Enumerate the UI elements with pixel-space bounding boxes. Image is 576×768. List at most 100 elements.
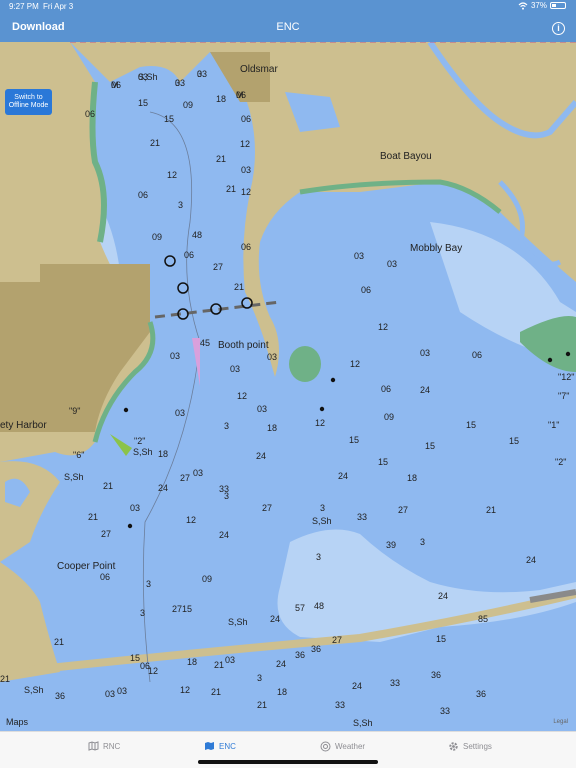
- depth-sounding: 48: [192, 230, 202, 240]
- channel-line: [142, 111, 201, 683]
- land-southwest: [0, 461, 60, 562]
- depth-sounding: 06: [241, 242, 251, 252]
- depth-sounding: 24: [270, 614, 280, 624]
- depth-sounding: 21: [88, 512, 98, 522]
- depth-sounding: 03: [354, 251, 364, 261]
- depth-sounding: 48: [314, 601, 324, 611]
- info-icon[interactable]: i: [552, 22, 565, 35]
- tab-label: ENC: [219, 741, 236, 751]
- depth-sounding: 15: [182, 604, 192, 614]
- depth-sounding: 06: [241, 114, 251, 124]
- place-label-booth-point: Booth point: [218, 340, 269, 351]
- depth-sounding: 85: [478, 614, 488, 624]
- depth-sounding: 18: [216, 94, 226, 104]
- depth-sounding: 15: [378, 457, 388, 467]
- depth-sounding: 15: [436, 634, 446, 644]
- depth-sounding: 03: [105, 689, 115, 699]
- depth-sounding: 03: [257, 404, 267, 414]
- status-bar: 9:27 PM Fri Apr 3 37%: [0, 0, 576, 14]
- depth-sounding: 21: [486, 505, 496, 515]
- status-time: 9:27 PM: [9, 2, 39, 11]
- tab-label: Weather: [335, 742, 366, 751]
- offline-mode-button[interactable]: Switch to Offline Mode: [5, 89, 52, 115]
- depth-sounding: 21: [214, 660, 224, 670]
- depth-sounding: 03: [230, 364, 240, 374]
- depth-sounding: 24: [338, 471, 348, 481]
- depth-sounding: 03: [241, 165, 251, 175]
- depth-sounding: 3: [175, 78, 180, 88]
- place-label-mobbly-bay: Mobbly Bay: [410, 243, 462, 254]
- depth-sounding: 3: [178, 200, 183, 210]
- depth-sounding: 24: [438, 591, 448, 601]
- depth-sounding: 27: [262, 503, 272, 513]
- depth-sounding: S,Sh: [24, 685, 44, 695]
- depth-sounding: 21: [0, 674, 10, 684]
- tab-settings[interactable]: Settings: [448, 741, 492, 752]
- depth-sounding: 12: [167, 170, 177, 180]
- marker-label: "2": [555, 457, 566, 467]
- depth-sounding: S,Sh: [228, 617, 248, 627]
- depth-sounding: 24: [526, 555, 536, 565]
- depth-sounding: 24: [420, 385, 430, 395]
- marker-label: "2": [134, 436, 145, 446]
- place-label-boat-bayou: Boat Bayou: [380, 151, 432, 162]
- nautical-chart: Oldsmar Boat Bayou Mobbly Bay Booth point et…: [0, 42, 576, 728]
- maps-brand: Maps: [6, 717, 28, 727]
- tab-rnc[interactable]: RNC: [88, 741, 120, 751]
- depth-sounding: 3: [140, 608, 145, 618]
- depth-sounding: M: [236, 90, 244, 100]
- depth-sounding: 03: [267, 352, 277, 362]
- depth-sounding: 36: [55, 691, 65, 701]
- rocks: [123, 351, 571, 529]
- depth-sounding: 3: [420, 537, 425, 547]
- gear-icon: [449, 742, 458, 751]
- depth-sounding: 18: [158, 449, 168, 459]
- depth-sounding: 12: [180, 685, 190, 695]
- depth-sounding: 33: [219, 484, 229, 494]
- battery-percent: 37%: [530, 1, 547, 10]
- depth-sounding: 3: [316, 552, 321, 562]
- depth-sounding: 03: [175, 408, 185, 418]
- depth-sounding: 27: [332, 635, 342, 645]
- depth-sounding: 06: [184, 250, 194, 260]
- map-outline-icon: [88, 741, 99, 751]
- depth-sounding: 06: [100, 572, 110, 582]
- place-label-safety-harbor: ety Harbor: [0, 420, 47, 431]
- depth-sounding: 18: [267, 423, 277, 433]
- depth-sounding: S,Sh: [138, 72, 158, 82]
- marker-label: "6": [73, 450, 84, 460]
- tab-label: Settings: [463, 742, 492, 751]
- tab-enc[interactable]: ENC: [204, 741, 236, 751]
- depth-sounding: S,Sh: [353, 718, 373, 728]
- depth-sounding: 3: [197, 69, 202, 79]
- depth-sounding: 27: [180, 473, 190, 483]
- island: [289, 346, 321, 382]
- depth-sounding: 12: [315, 418, 325, 428]
- depth-sounding: 21: [216, 154, 226, 164]
- light-sector: [192, 338, 200, 386]
- depth-sounding: 12: [237, 391, 247, 401]
- depth-sounding: 18: [407, 473, 417, 483]
- depth-sounding: S,Sh: [312, 516, 332, 526]
- depth-sounding: 36: [476, 689, 486, 699]
- legal-link[interactable]: Legal: [553, 719, 568, 725]
- depth-sounding: 03: [130, 503, 140, 513]
- depth-sounding: 27: [213, 262, 223, 272]
- depth-sounding: 09: [152, 232, 162, 242]
- depth-sounding: 57: [295, 603, 305, 613]
- depth-sounding: 27: [172, 604, 182, 614]
- depth-sounding: S,Sh: [133, 447, 153, 457]
- depth-sounding: 15: [138, 98, 148, 108]
- depth-sounding: 09: [183, 100, 193, 110]
- depth-sounding: 33: [390, 678, 400, 688]
- depth-sounding: 27: [398, 505, 408, 515]
- depth-sounding: 21: [257, 700, 267, 710]
- depth-sounding: 18: [277, 687, 287, 697]
- depth-sounding: 3: [224, 421, 229, 431]
- tab-weather[interactable]: Weather: [320, 741, 365, 752]
- depth-sounding: M: [111, 80, 119, 90]
- depth-sounding: 18: [187, 657, 197, 667]
- depth-sounding: 33: [335, 700, 345, 710]
- depth-sounding: 21: [234, 282, 244, 292]
- chart-map[interactable]: Oldsmar Boat Bayou Mobbly Bay Booth point et…: [0, 42, 576, 731]
